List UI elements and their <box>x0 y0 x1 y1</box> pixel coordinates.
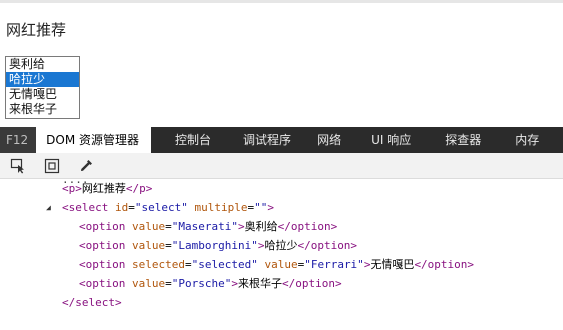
option-text: 无情嘎巴 <box>370 258 415 271</box>
tab-dom-explorer[interactable]: DOM 资源管理器 <box>36 127 152 153</box>
select-close-tag: </select> <box>62 296 122 309</box>
listbox-option-maserati[interactable]: 奥利给 <box>6 57 79 72</box>
color-picker-icon[interactable] <box>77 157 95 175</box>
dom-node-option[interactable]: <option value="Maserati">奥利给</option> <box>79 217 337 236</box>
select-multiple-attr: multiple <box>194 201 248 214</box>
option-value-attr: value <box>131 277 166 290</box>
select-id-value: "select" <box>134 201 188 214</box>
tab-debugger[interactable]: 调试程序 <box>221 127 301 153</box>
select-open-gt: > <box>267 201 274 214</box>
select-open-tag: <select <box>62 201 109 214</box>
option-value-attr: value <box>131 239 166 252</box>
collapse-arrow-icon[interactable]: ◢ <box>46 198 56 217</box>
option-open-tag: <option <box>79 239 126 252</box>
p-close-tag: </p> <box>125 182 153 195</box>
option-text: 哈拉少 <box>264 239 298 252</box>
f12-label: F12 <box>0 127 37 153</box>
dom-tree: .... <p>网红推荐</p> ◢ <select id="select" m… <box>0 174 563 330</box>
multi-select-listbox[interactable]: 奥利给 哈拉少 无情嘎巴 来根华子 <box>5 56 80 119</box>
option-open-tag: <option <box>79 277 126 290</box>
dom-node-select[interactable]: <select id="select" multiple=""> <box>62 198 274 217</box>
option-text: 来根华子 <box>237 277 282 290</box>
option-open-tag: <option <box>79 220 126 233</box>
option-close-tag: </option> <box>277 220 338 233</box>
listbox-option-porsche[interactable]: 来根华子 <box>6 102 79 117</box>
p-open-tag: <p> <box>62 182 82 195</box>
option-value: "Lamborghini" <box>171 239 258 252</box>
option-open-tag: <option <box>79 258 126 271</box>
option-selected-value: "selected" <box>191 258 258 271</box>
viewport-top-border <box>0 0 563 3</box>
option-text: 奥利给 <box>244 220 278 233</box>
devtools-tab-bar: F12 DOM 资源管理器 控制台 调试程序 网络 UI 响应 探查器 内存 <box>0 127 563 153</box>
option-value: "Ferrari" <box>304 258 364 271</box>
option-close-tag: </option> <box>297 239 358 252</box>
page-heading: 网红推荐 <box>6 21 67 39</box>
dom-node-p[interactable]: <p>网红推荐</p> <box>62 179 152 198</box>
option-close-tag: </option> <box>281 277 342 290</box>
option-selected-attr: selected <box>131 258 185 271</box>
option-value-attr: value <box>131 220 166 233</box>
select-multiple-value: "" <box>254 201 268 214</box>
dom-node-select-close[interactable]: </select> <box>62 293 122 312</box>
option-value-attr: value <box>264 258 298 271</box>
highlight-box-icon[interactable] <box>43 157 61 175</box>
tab-memory[interactable]: 内存 <box>491 127 549 153</box>
tab-ui-responsiveness[interactable]: UI 响应 <box>351 127 421 153</box>
tab-profiler[interactable]: 探查器 <box>421 127 491 153</box>
select-element-icon[interactable] <box>9 157 27 175</box>
tab-console[interactable]: 控制台 <box>151 127 221 153</box>
dom-node-option[interactable]: <option value="Lamborghini">哈拉少</option> <box>79 236 357 255</box>
listbox-option-lamborghini[interactable]: 哈拉少 <box>6 72 79 87</box>
option-close-tag: </option> <box>414 258 475 271</box>
p-text: 网红推荐 <box>81 182 126 195</box>
option-value: "Maserati" <box>171 220 238 233</box>
select-id-attr: id <box>114 201 129 214</box>
listbox-option-ferrari[interactable]: 无情嘎巴 <box>6 87 79 102</box>
dom-node-option-selected[interactable]: <option selected="selected" value="Ferra… <box>79 255 474 274</box>
devtools-panel: F12 DOM 资源管理器 控制台 调试程序 网络 UI 响应 探查器 内存 .… <box>0 127 563 330</box>
tab-network[interactable]: 网络 <box>301 127 351 153</box>
page-root: 网红推荐 奥利给 哈拉少 无情嘎巴 来根华子 F12 DOM 资源管理器 控制台… <box>0 0 563 330</box>
dom-node-option[interactable]: <option value="Porsche">来根华子</option> <box>79 274 342 293</box>
option-value: "Porsche" <box>171 277 232 290</box>
